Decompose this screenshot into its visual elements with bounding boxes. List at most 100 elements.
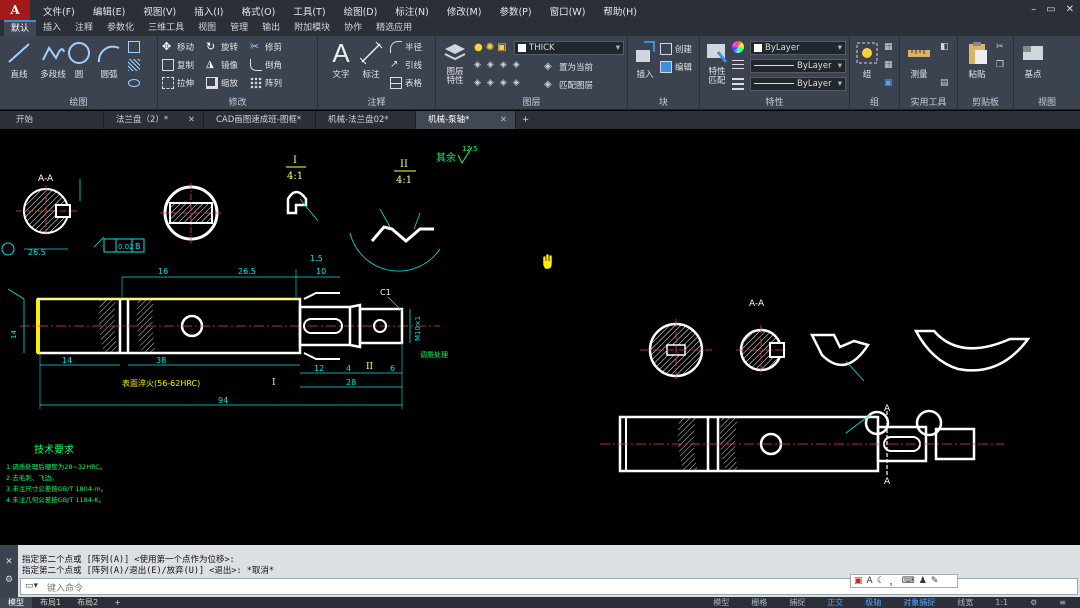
match-properties-tool[interactable]: 特性 匹配 xyxy=(700,40,734,86)
menu-insert[interactable]: 插入(I) xyxy=(185,4,232,18)
lineweight-icon[interactable] xyxy=(732,60,744,72)
doc-tab-flange2[interactable]: 法兰盘（2）* ✕ xyxy=(104,111,204,129)
rectangle-tool[interactable] xyxy=(128,40,140,54)
section-circle-slot[interactable] xyxy=(160,183,222,243)
match-layer-tool[interactable]: ◈ 匹配图层 xyxy=(544,78,593,92)
layer-on-icon[interactable]: ◈ xyxy=(474,78,481,88)
tolerance-frame[interactable]: 0.02 B xyxy=(93,236,145,253)
doc-tab-flange02[interactable]: 机械-法兰盘02* xyxy=(316,111,416,129)
lock-icon[interactable]: ▣ xyxy=(497,42,506,53)
restore-button[interactable]: ▭ xyxy=(1046,4,1055,15)
layer-walk-icon[interactable]: ◈ xyxy=(513,78,520,88)
customize-command-icon[interactable]: ⚙ xyxy=(0,575,18,585)
new-tab-button[interactable]: + xyxy=(516,111,536,129)
measure-tool[interactable]: 测量 xyxy=(902,40,936,80)
create-block-tool[interactable]: 创建 xyxy=(660,42,692,56)
doc-tab-pump-shaft[interactable]: 机械-泵轴* ✕ xyxy=(416,111,516,129)
scale-tool[interactable]: 缩放 xyxy=(206,76,238,90)
detail-view-ii[interactable]: II 4:1 xyxy=(349,159,441,272)
doc-tab-start[interactable]: 开始 xyxy=(4,111,104,129)
layer-thaw-icon[interactable]: ◈ xyxy=(487,78,494,88)
view-panel-label[interactable]: 视图 xyxy=(1014,95,1080,108)
groups-panel-label[interactable]: 组 xyxy=(850,95,899,108)
annotation-scale[interactable]: 1:1 xyxy=(987,597,1016,608)
menu-window[interactable]: 窗口(W) xyxy=(541,4,595,18)
ime-font-icon[interactable]: A xyxy=(867,576,873,586)
draw-panel-label[interactable]: 绘图 xyxy=(0,95,157,108)
menu-tools[interactable]: 工具(T) xyxy=(284,4,334,18)
set-current-tool[interactable]: ◈ 置为当前 xyxy=(544,60,593,74)
table-tool[interactable]: 表格 xyxy=(390,76,422,90)
utilities-panel-label[interactable]: 实用工具 xyxy=(900,95,957,108)
mirror-tool[interactable]: ◮ 镜像 xyxy=(206,58,238,72)
right-section-aa[interactable]: A-A xyxy=(736,299,786,375)
dimension-tool[interactable]: 标注 xyxy=(354,40,388,80)
calculator-icon[interactable]: ▤ xyxy=(940,78,949,88)
ime-toolbar[interactable]: ▣ A ☾ ， ⌨ ♟ ✎ xyxy=(850,574,958,588)
array-tool[interactable]: 阵列 xyxy=(250,76,282,90)
section-aa-left[interactable]: A-A 26.5 xyxy=(1,174,81,257)
circle-tool[interactable]: 圆 xyxy=(62,40,96,80)
menu-help[interactable]: 帮助(H) xyxy=(594,4,646,18)
status-tab-model[interactable]: 模型 xyxy=(0,597,32,608)
menu-modify[interactable]: 修改(M) xyxy=(438,4,491,18)
copy-tool[interactable]: 复制 xyxy=(162,58,194,72)
move-tool[interactable]: ✥ 移动 xyxy=(162,40,194,54)
ime-punct-icon[interactable]: ， xyxy=(889,575,898,588)
close-tab-icon[interactable]: ✕ xyxy=(188,111,195,129)
doc-tab-frame[interactable]: CAD画图速成班-图框* xyxy=(204,111,316,129)
tab-parametric[interactable]: 参数化 xyxy=(100,20,141,36)
tab-3d-tools[interactable]: 三维工具 xyxy=(141,20,191,36)
layer-unlock-icon[interactable]: ◈ xyxy=(500,78,507,88)
close-tab-icon[interactable]: ✕ xyxy=(500,111,507,129)
tab-manage[interactable]: 管理 xyxy=(223,20,255,36)
right-shaft-view[interactable]: A A xyxy=(600,404,1004,487)
lineweight-dropdown[interactable]: ByLayer xyxy=(750,59,846,73)
clipboard-panel-label[interactable]: 剪贴板 xyxy=(958,95,1013,108)
layer-off-icon[interactable]: ◈ xyxy=(487,60,494,70)
layer-freeze-icon[interactable]: ◈ xyxy=(500,60,507,70)
tab-collaborate[interactable]: 协作 xyxy=(337,20,369,36)
tab-addins[interactable]: 附加模块 xyxy=(287,20,337,36)
main-shaft-view[interactable]: 16 26.5 10 1.5 14 M10×1 C1 14 38 12 4 6 … xyxy=(7,254,448,409)
ime-user-icon[interactable]: ♟ xyxy=(919,576,927,586)
menu-draw[interactable]: 绘图(D) xyxy=(335,4,387,18)
rotate-tool[interactable]: ↻ 旋转 xyxy=(206,40,238,54)
menu-view[interactable]: 视图(V) xyxy=(134,4,185,18)
close-command-icon[interactable]: ✕ xyxy=(0,557,18,567)
snap-toggle[interactable]: 捕捉 xyxy=(781,597,813,608)
ime-keyboard-icon[interactable]: ⌨ xyxy=(902,576,915,586)
autocad-logo-icon[interactable]: A xyxy=(0,0,30,20)
hamburger-menu-icon[interactable]: ≡ xyxy=(1051,597,1074,608)
status-tab-layout1[interactable]: 布局1 xyxy=(32,597,69,608)
layer-properties-tool[interactable]: 图层 特性 xyxy=(438,40,472,86)
sun-icon[interactable]: ✺ xyxy=(486,42,494,53)
tab-featured-apps[interactable]: 精选应用 xyxy=(369,20,419,36)
group-tool[interactable]: 组 xyxy=(850,40,884,80)
tab-annotate[interactable]: 注释 xyxy=(68,20,100,36)
status-model[interactable]: 模型 xyxy=(705,597,737,608)
trim-tool[interactable]: ✂ 修剪 xyxy=(250,40,282,54)
fillet-tool[interactable]: 倒角 xyxy=(250,58,282,72)
linetype-dropdown[interactable]: ByLayer xyxy=(750,77,846,91)
copy-clip-icon[interactable]: ❐ xyxy=(996,60,1004,70)
minimize-button[interactable]: – xyxy=(1031,4,1036,15)
ime-moon-icon[interactable]: ☾ xyxy=(877,576,885,586)
layer-isolate-icon[interactable]: ◈ xyxy=(474,60,481,70)
right-key-section[interactable] xyxy=(809,333,870,382)
color-wheel-icon[interactable] xyxy=(732,41,744,53)
tab-insert[interactable]: 插入 xyxy=(36,20,68,36)
menu-dimension[interactable]: 标注(N) xyxy=(386,4,438,18)
base-point-tool[interactable]: 基点 xyxy=(1016,40,1050,80)
grid-toggle[interactable]: 栅格 xyxy=(743,597,775,608)
ellipse-tool[interactable] xyxy=(128,76,140,90)
ime-settings-icon[interactable]: ✎ xyxy=(931,576,939,586)
tab-default[interactable]: 默认 xyxy=(4,20,37,36)
menu-format[interactable]: 格式(O) xyxy=(232,4,284,18)
edit-block-tool[interactable]: 编辑 xyxy=(660,60,692,74)
ime-logo-icon[interactable]: ▣ xyxy=(854,576,863,586)
right-crescent-section[interactable] xyxy=(913,329,1031,372)
hatch-tool[interactable] xyxy=(128,58,140,72)
ungroup-icon[interactable]: ▦ xyxy=(884,42,893,52)
layer-dropdown[interactable]: THICK xyxy=(514,41,624,55)
